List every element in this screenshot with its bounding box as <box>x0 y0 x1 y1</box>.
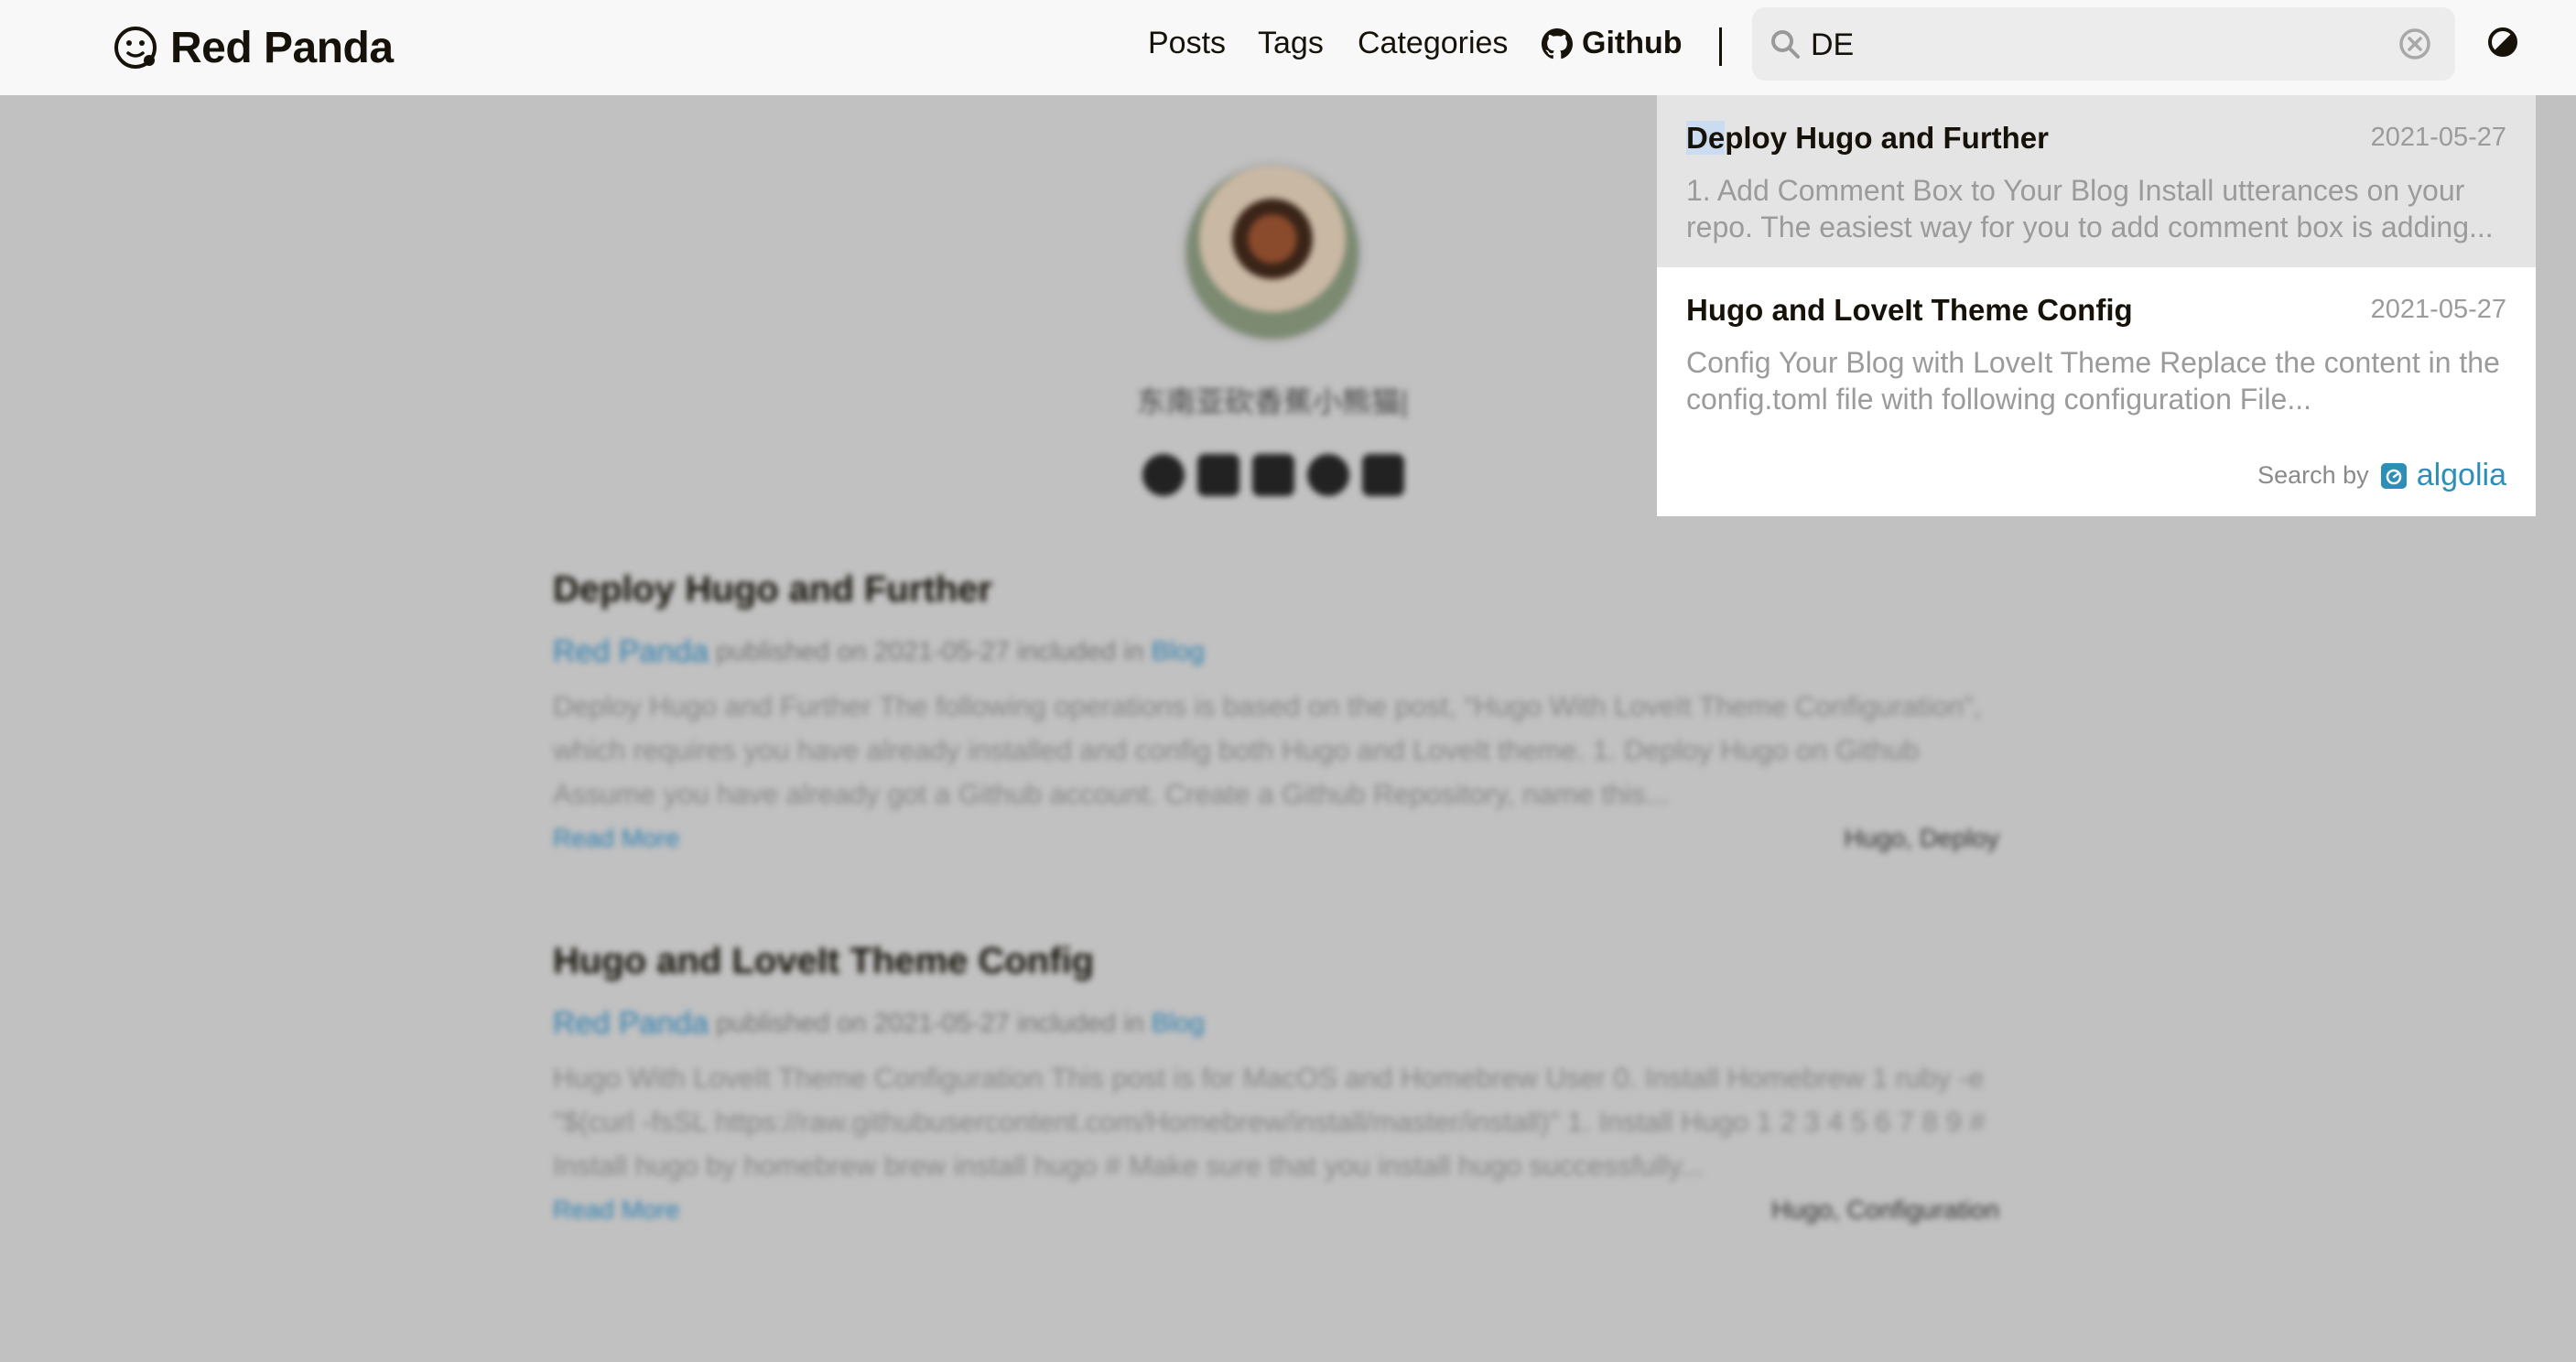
post-author[interactable]: Red Panda <box>553 634 709 670</box>
search-result[interactable]: Deploy Hugo and Further 2021-05-27 1. Ad… <box>1657 95 2536 267</box>
search-by-label: Search by <box>2257 461 2369 489</box>
facebook-icon[interactable] <box>1307 454 1349 496</box>
social-links <box>1142 454 1404 496</box>
profile-subtitle: 东南亚砍香蕉小熊猫| <box>1136 385 1409 418</box>
post-excerpt: Hugo With LoveIt Theme Configuration Thi… <box>553 1062 1986 1182</box>
search-result-title-text: Hugo and LoveIt Theme Config <box>1686 293 2133 327</box>
search-attribution[interactable]: Search by algolia <box>2257 458 2506 493</box>
post-author[interactable]: Red Panda <box>553 1006 709 1042</box>
search-results-dropdown: Deploy Hugo and Further 2021-05-27 1. Ad… <box>1657 95 2536 516</box>
post-tags[interactable]: Hugo, Configuration <box>1771 1195 1999 1225</box>
search-result-description: 1. Add Comment Box to Your Blog Install … <box>1686 174 2494 243</box>
clear-icon[interactable] <box>2398 27 2431 60</box>
post-footer: Read More Hugo, Configuration <box>553 1195 1999 1225</box>
nav-categories[interactable]: Categories <box>1358 26 1508 61</box>
email-icon[interactable] <box>1362 454 1404 496</box>
linkedin-icon[interactable] <box>1197 454 1239 496</box>
post-published: published on 2021-05-27 included in <box>716 637 1144 666</box>
theme-toggle-icon[interactable] <box>2486 26 2519 59</box>
post-tags[interactable]: Hugo, Deploy <box>1844 824 1999 853</box>
search-result-title: Hugo and LoveIt Theme Config <box>1686 293 2133 328</box>
site-logo[interactable]: Red Panda <box>112 20 394 75</box>
search-result-title: Deploy Hugo and Further <box>1686 121 2049 156</box>
post-published: published on 2021-05-27 included in <box>716 1009 1144 1038</box>
search-result-date: 2021-05-27 <box>2370 123 2506 152</box>
search-box <box>1752 7 2455 81</box>
search-match-highlight: De <box>1686 121 1726 155</box>
search-result-title-text: ploy Hugo and Further <box>1725 121 2050 155</box>
nav-posts[interactable]: Posts <box>1148 26 1226 61</box>
github-label: Github <box>1582 26 1683 60</box>
read-more-link[interactable]: Read More <box>553 824 680 853</box>
search-input[interactable] <box>1809 16 2325 73</box>
avatar <box>1186 167 1358 339</box>
nav-divider <box>1719 27 1722 66</box>
post-category[interactable]: Blog <box>1152 637 1205 667</box>
post-excerpt: Deploy Hugo and Further The following op… <box>553 690 1982 810</box>
instagram-icon[interactable] <box>1252 454 1294 496</box>
github-icon <box>1542 27 1573 59</box>
post-meta: Red Panda published on 2021-05-27 includ… <box>553 634 1999 670</box>
post-summary-card: Hugo and LoveIt Theme Config Red Panda p… <box>553 941 1999 1225</box>
search-result-date: 2021-05-27 <box>2370 295 2506 324</box>
read-more-link[interactable]: Read More <box>553 1195 680 1225</box>
search-icon[interactable] <box>1769 27 1802 60</box>
post-category[interactable]: Blog <box>1152 1009 1205 1039</box>
algolia-brand: algolia <box>2416 458 2506 492</box>
post-title[interactable]: Deploy Hugo and Further <box>553 569 1999 611</box>
site-title: Red Panda <box>170 23 394 72</box>
algolia-icon <box>2380 462 2407 489</box>
logo-icon <box>114 27 157 69</box>
site-header: Red Panda Posts Tags Categories Github <box>0 0 2576 95</box>
post-footer: Read More Hugo, Deploy <box>553 824 1999 853</box>
post-meta: Red Panda published on 2021-05-27 includ… <box>553 1006 1999 1042</box>
post-summary-card: Deploy Hugo and Further Red Panda publis… <box>553 569 1999 853</box>
nav-github[interactable]: Github <box>1542 26 1683 61</box>
search-result[interactable]: Hugo and LoveIt Theme Config 2021-05-27 … <box>1657 267 2536 439</box>
nav-tags[interactable]: Tags <box>1258 26 1324 61</box>
github-social-icon[interactable] <box>1142 454 1185 496</box>
search-result-description: Config Your Blog with LoveIt Theme Repla… <box>1686 346 2500 416</box>
post-title[interactable]: Hugo and LoveIt Theme Config <box>553 941 1999 982</box>
